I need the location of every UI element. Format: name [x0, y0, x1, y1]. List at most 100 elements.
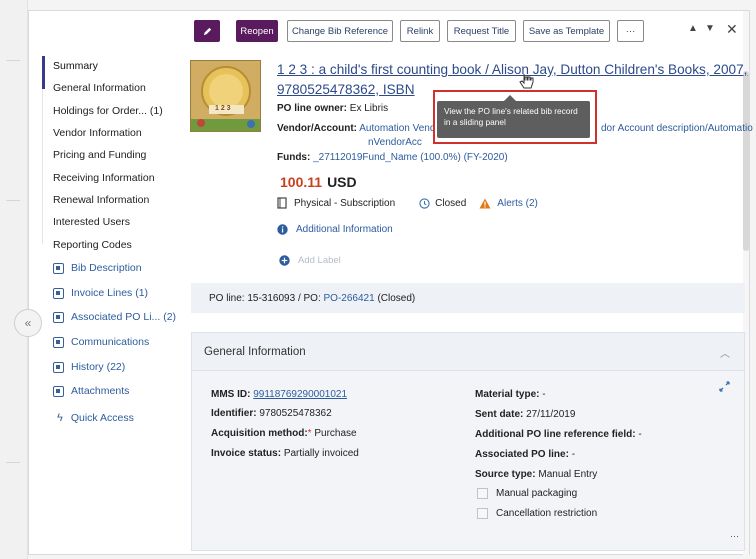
divider	[6, 462, 20, 463]
book-cover-thumbnail[interactable]: 1 2 3	[190, 60, 261, 132]
source-value: Manual Entry	[538, 469, 598, 480]
additional-reference: Additional PO line reference field: -	[475, 429, 642, 440]
relink-button[interactable]: Relink	[400, 20, 440, 42]
nav-general-information[interactable]: General Information	[53, 77, 203, 99]
mms-id-link[interactable]: 99118769290001021	[253, 389, 347, 400]
sent-value: 27/11/2019	[526, 409, 576, 420]
associated-po-line: Associated PO line: -	[475, 449, 575, 460]
general-information-body: MMS ID: 99118769290001021 Identifier: 97…	[192, 371, 744, 550]
divider	[6, 200, 20, 201]
nav-communications[interactable]: Communications	[53, 330, 203, 354]
app-frame: Reopen Change Bib Reference Relink Reque…	[0, 0, 756, 559]
request-title-button[interactable]: Request Title	[447, 20, 516, 42]
previous-record-icon[interactable]: ▲	[688, 23, 698, 34]
change-bib-reference-button[interactable]: Change Bib Reference	[287, 20, 393, 42]
left-collapsed-pane	[0, 0, 28, 559]
nav-label: Quick Access	[70, 412, 134, 424]
vendor-label: Vendor/Account:	[277, 123, 358, 134]
nav-active-indicator	[42, 56, 45, 89]
sent-date: Sent date: 27/11/2019	[475, 409, 575, 420]
price-amount: 100.11	[280, 174, 323, 190]
funds-label: Funds:	[277, 152, 311, 163]
panel-icon	[53, 361, 64, 373]
reopen-button[interactable]: Reopen	[236, 20, 278, 42]
material-value: -	[542, 389, 546, 400]
nav-interested-users[interactable]: Interested Users	[53, 211, 203, 233]
expand-icon[interactable]	[719, 381, 730, 392]
title-line-1: 1 2 3 : a child's first counting book / …	[277, 62, 748, 77]
assoc-value: -	[571, 449, 576, 460]
general-information-header[interactable]: General Information ︿	[192, 333, 744, 371]
add-label-button[interactable]: Add Label	[279, 255, 341, 266]
nav-receiving-information[interactable]: Receiving Information	[53, 166, 203, 188]
more-dots-icon[interactable]: ···	[730, 531, 739, 541]
additional-information[interactable]: Additional Information	[277, 224, 393, 235]
manual-packaging-checkbox[interactable]	[477, 488, 488, 499]
nav-label: Bib Description	[71, 262, 142, 274]
vendor-account: Vendor/Account: Automation Vend	[277, 123, 435, 134]
nav-renewal-information[interactable]: Renewal Information	[53, 189, 203, 211]
next-record-icon[interactable]: ▼	[705, 23, 715, 34]
chevron-up-icon[interactable]: ︿	[720, 345, 730, 360]
nav-vendor-information[interactable]: Vendor Information	[53, 122, 203, 144]
section-nav: Summary General Information Holdings for…	[53, 55, 203, 256]
nav-associated-po-lines[interactable]: Associated PO Li... (2)	[53, 305, 203, 329]
funds-link[interactable]: _27112019Fund_Name (100.0%) (FY-2020)	[313, 152, 508, 163]
owner-value: Ex Libris	[349, 103, 389, 114]
material-type: Material type: -	[475, 389, 546, 400]
nav-quick-access[interactable]: ϟ Quick Access	[57, 412, 134, 424]
nav-label: Communications	[71, 336, 150, 348]
collapse-left-pane-button[interactable]: «	[14, 309, 42, 337]
edit-button[interactable]	[194, 20, 220, 42]
nav-rail	[42, 89, 43, 244]
panel-icon	[53, 262, 64, 274]
more-actions-button[interactable]: ···	[617, 20, 644, 42]
hand-cursor-icon	[519, 74, 534, 89]
alerts-link[interactable]: Alerts (2)	[497, 198, 538, 209]
lightning-icon: ϟ	[57, 412, 63, 424]
nav-label: Associated PO Li... (2)	[71, 311, 177, 323]
nav-label: History (22)	[71, 361, 126, 373]
addref-label: Additional PO line reference field:	[475, 429, 636, 440]
additional-info-link: Additional Information	[296, 224, 393, 235]
po-link[interactable]: PO-266421	[324, 293, 375, 304]
cancellation-restriction-checkbox[interactable]	[477, 508, 488, 519]
add-label-text: Add Label	[298, 255, 341, 266]
section-title: General Information	[204, 345, 306, 358]
sent-label: Sent date:	[475, 409, 524, 420]
vendor-account-line2[interactable]: nVendorAcc	[368, 137, 422, 148]
cancellation-restriction-label: Cancellation restriction	[496, 508, 598, 520]
material-label: Material type:	[475, 389, 540, 400]
divider	[6, 60, 20, 61]
nav-pricing-and-funding[interactable]: Pricing and Funding	[53, 144, 203, 166]
identifier-value: 9780525478362	[259, 408, 332, 419]
info-icon	[277, 224, 288, 235]
nav-summary[interactable]: Summary	[53, 55, 203, 77]
nav-label: Invoice Lines (1)	[71, 287, 149, 299]
vendor-link[interactable]: Automation Vend	[359, 123, 435, 134]
nav-reporting-codes[interactable]: Reporting Codes	[53, 233, 203, 255]
close-icon[interactable]: ✕	[726, 21, 738, 38]
vendor-account-end[interactable]: dor Account description/Automatio	[601, 123, 753, 134]
po-line-bar: PO line: 15-316093 / PO: PO-266421 (Clos…	[191, 283, 745, 313]
general-information-section: General Information ︿ MMS ID: 9911876929…	[191, 332, 745, 551]
addref-value: -	[638, 429, 642, 440]
nav-label: Attachments	[71, 385, 130, 397]
assoc-label: Associated PO line:	[475, 449, 569, 460]
nav-attachments[interactable]: Attachments	[53, 379, 203, 403]
save-as-template-button[interactable]: Save as Template	[523, 20, 610, 42]
nav-invoice-lines[interactable]: Invoice Lines (1)	[53, 281, 203, 305]
manual-packaging: Manual packaging	[477, 488, 577, 499]
source-label: Source type:	[475, 469, 536, 480]
warning-icon	[479, 198, 491, 208]
pencil-icon	[203, 27, 211, 35]
acq-value: Purchase	[314, 428, 357, 439]
identifier: Identifier: 9780525478362	[211, 408, 332, 419]
invoice-label: Invoice status:	[211, 448, 282, 459]
nav-bib-description[interactable]: Bib Description	[53, 256, 203, 280]
funds: Funds: _27112019Fund_Name (100.0%) (FY-2…	[277, 152, 508, 163]
acq-label: Acquisition method:	[211, 428, 308, 439]
panel-icon	[53, 385, 64, 397]
nav-holdings-for-order[interactable]: Holdings for Order... (1)	[53, 100, 203, 122]
nav-history[interactable]: History (22)	[53, 355, 203, 379]
